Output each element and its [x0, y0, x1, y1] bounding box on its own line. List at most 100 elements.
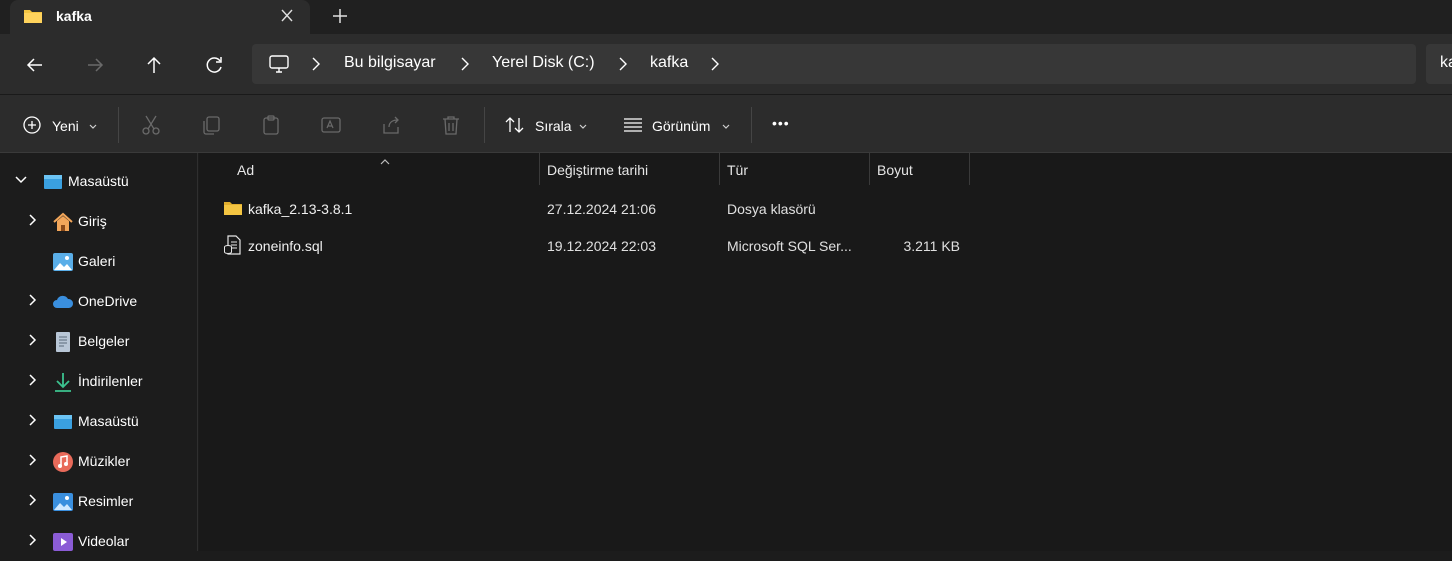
chevron-right-icon[interactable]	[26, 533, 40, 552]
computer-icon	[268, 54, 290, 79]
column-header-name[interactable]: Ad	[229, 153, 539, 185]
command-bar: Yeni Sırala Görünüm •••	[0, 94, 1452, 153]
sidebar-item-label: İndirilenler	[78, 373, 143, 389]
breadcrumb-kafka[interactable]: kafka	[650, 54, 688, 72]
file-type: Microsoft SQL Ser...	[727, 238, 852, 254]
chevron-right-icon[interactable]	[26, 333, 40, 352]
chevron-right-icon[interactable]	[26, 493, 40, 512]
desktop-icon	[42, 171, 64, 193]
up-button[interactable]	[139, 50, 169, 80]
sidebar-item-music[interactable]: Müzikler	[0, 441, 196, 481]
rename-icon[interactable]	[320, 114, 342, 136]
folder-icon	[223, 199, 243, 222]
file-type: Dosya klasörü	[727, 201, 816, 217]
music-icon	[52, 451, 74, 473]
sidebar-item-label: Videolar	[78, 533, 130, 549]
onedrive-icon	[52, 291, 74, 313]
forward-button[interactable]	[80, 50, 110, 80]
sidebar-item-desktop[interactable]: Masaüstü	[0, 401, 196, 441]
tab-bar: kafka	[0, 0, 1452, 34]
sort-label: Sırala	[535, 118, 572, 134]
back-button[interactable]	[20, 50, 50, 80]
chevron-right-icon[interactable]	[26, 213, 40, 232]
sidebar-item-documents[interactable]: Belgeler	[0, 321, 196, 361]
chevron-right-icon[interactable]	[709, 56, 721, 77]
chevron-right-icon[interactable]	[617, 56, 629, 77]
copy-icon[interactable]	[200, 114, 222, 136]
desktop-icon	[52, 411, 74, 433]
paste-icon[interactable]	[260, 114, 282, 136]
tab-active[interactable]: kafka	[10, 0, 310, 34]
cut-icon[interactable]	[140, 114, 162, 136]
refresh-button[interactable]	[199, 50, 229, 80]
sidebar-item-home[interactable]: Giriş	[0, 201, 196, 241]
chevron-down-icon	[578, 119, 588, 137]
close-icon[interactable]	[274, 4, 300, 28]
sidebar-item-onedrive[interactable]: OneDrive	[0, 281, 196, 321]
delete-icon[interactable]	[440, 114, 462, 136]
address-bar[interactable]: Bu bilgisayar Yerel Disk (C:) kafka	[252, 44, 1416, 84]
new-button-label: Yeni	[52, 118, 79, 134]
folder-icon	[23, 7, 43, 30]
sidebar-item-label: Resimler	[78, 493, 134, 509]
navigation-pane: Masaüstü Giriş Galeri OneDrive Belgeler	[0, 153, 198, 551]
table-row[interactable]: zoneinfo.sql 19.12.2024 22:03 Microsoft …	[219, 229, 979, 263]
view-button[interactable]: Görünüm	[620, 95, 736, 153]
column-divider[interactable]	[969, 153, 970, 185]
videos-icon	[52, 531, 74, 553]
sidebar-item-label: Belgeler	[78, 333, 130, 349]
column-header-size[interactable]: Boyut	[869, 153, 969, 185]
table-row[interactable]: kafka_2.13-3.8.1 27.12.2024 21:06 Dosya …	[219, 192, 979, 226]
file-name: zoneinfo.sql	[248, 238, 323, 254]
home-icon	[52, 211, 74, 233]
gallery-icon	[52, 251, 74, 273]
more-options-button[interactable]: •••	[772, 115, 790, 131]
column-header-type[interactable]: Tür	[719, 153, 869, 185]
sidebar-item-videos[interactable]: Videolar	[0, 521, 196, 561]
toolbar-divider	[751, 107, 752, 143]
navigation-bar: Bu bilgisayar Yerel Disk (C:) kafka ka	[0, 34, 1452, 94]
file-name: kafka_2.13-3.8.1	[248, 201, 353, 217]
search-box[interactable]: ka	[1426, 44, 1452, 84]
file-size: 3.211 KB	[903, 238, 960, 254]
file-list: Ad Değiştirme tarihi Tür Boyut kafka_2.1…	[199, 153, 1452, 551]
chevron-right-icon[interactable]	[26, 373, 40, 392]
downloads-icon	[52, 371, 74, 393]
sidebar-item-downloads[interactable]: İndirilenler	[0, 361, 196, 401]
share-icon[interactable]	[380, 114, 402, 136]
column-header-date-modified[interactable]: Değiştirme tarihi	[539, 153, 719, 185]
new-button[interactable]: Yeni	[20, 95, 104, 153]
sidebar-item-label: Masaüstü	[78, 413, 139, 429]
search-input-text[interactable]: ka	[1440, 54, 1452, 72]
chevron-right-icon[interactable]	[310, 56, 322, 77]
breadcrumb-local-disk[interactable]: Yerel Disk (C:)	[492, 54, 595, 72]
documents-icon	[52, 331, 74, 353]
sort-button[interactable]: Sırala	[504, 95, 590, 153]
sidebar-item-label: Galeri	[78, 253, 116, 269]
sidebar-item-gallery[interactable]: Galeri	[0, 241, 196, 281]
chevron-down-icon	[721, 119, 731, 137]
new-tab-button[interactable]	[326, 4, 354, 28]
toolbar-divider	[118, 107, 119, 143]
sort-icon	[504, 115, 526, 140]
view-list-icon	[622, 115, 644, 140]
chevron-right-icon[interactable]	[459, 56, 471, 77]
sidebar-item-desktop-root[interactable]: Masaüstü	[0, 161, 196, 201]
chevron-down-icon[interactable]	[14, 173, 28, 192]
breadcrumb-this-pc[interactable]: Bu bilgisayar	[344, 54, 436, 72]
chevron-right-icon[interactable]	[26, 453, 40, 472]
chevron-down-icon	[88, 119, 98, 137]
chevron-right-icon[interactable]	[26, 413, 40, 432]
sidebar-item-label: Masaüstü	[68, 173, 129, 189]
pictures-icon	[52, 491, 74, 513]
sql-file-icon	[223, 235, 243, 260]
sidebar-item-label: Giriş	[78, 213, 107, 229]
file-modified: 27.12.2024 21:06	[547, 201, 656, 217]
plus-circle-icon	[22, 115, 42, 140]
toolbar-divider	[484, 107, 485, 143]
chevron-right-icon[interactable]	[26, 293, 40, 312]
sidebar-item-label: OneDrive	[78, 293, 138, 309]
tab-title: kafka	[56, 8, 92, 24]
file-modified: 19.12.2024 22:03	[547, 238, 656, 254]
sidebar-item-pictures[interactable]: Resimler	[0, 481, 196, 521]
